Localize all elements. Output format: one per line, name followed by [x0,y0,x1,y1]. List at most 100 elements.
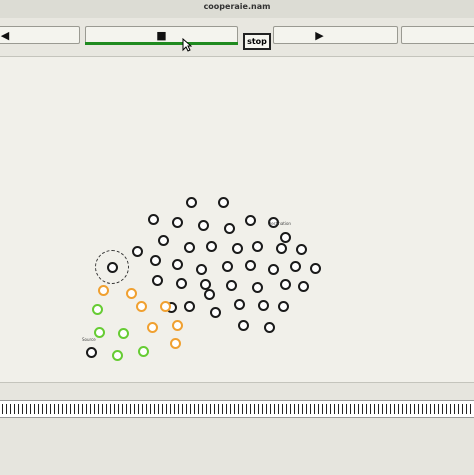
timeline-tick [106,404,107,414]
timeline-tick [42,404,43,414]
timeline-tick [222,404,223,414]
network-node[interactable] [218,197,229,208]
selected-network-node[interactable] [107,262,118,273]
network-node[interactable] [264,322,275,333]
network-node[interactable] [245,215,256,226]
timeline-tick [338,404,339,414]
timeline-tick [358,404,359,414]
timeline-tick [438,404,439,414]
timeline-tick [98,404,99,414]
network-node[interactable] [86,347,97,358]
network-node[interactable] [132,246,143,257]
network-node[interactable] [198,220,209,231]
fast-forward-button[interactable] [401,26,474,44]
network-node[interactable] [138,346,149,357]
rewind-button[interactable]: ◀ [0,26,80,44]
network-node[interactable] [172,259,183,270]
network-node[interactable] [226,280,237,291]
network-node[interactable] [252,241,263,252]
network-node[interactable] [150,255,161,266]
network-node[interactable] [176,278,187,289]
network-node[interactable] [148,214,159,225]
network-node[interactable] [172,217,183,228]
timeline-tick [190,404,191,414]
timeline-slider[interactable] [0,400,474,418]
timeline-tick [410,404,411,414]
network-node[interactable] [126,288,137,299]
timeline-tick [290,404,291,414]
network-node[interactable] [290,261,301,272]
timeline-tick [262,404,263,414]
network-node[interactable] [160,301,171,312]
timeline-tick [446,404,447,414]
timeline-tick [258,404,259,414]
network-node[interactable] [234,299,245,310]
timeline-tick [310,404,311,414]
timeline-tick [166,404,167,414]
timeline-tick [362,404,363,414]
network-node[interactable] [238,320,249,331]
network-node[interactable] [172,320,183,331]
timeline-tick [402,404,403,414]
network-node[interactable] [184,242,195,253]
timeline-tick [254,404,255,414]
network-node[interactable] [280,279,291,290]
timeline-tick [242,404,243,414]
network-node[interactable] [112,350,123,361]
timeline-tick [274,404,275,414]
timeline-tick [246,404,247,414]
timeline-tick [458,404,459,414]
network-node[interactable] [147,322,158,333]
network-node[interactable] [206,241,217,252]
timeline-tick [286,404,287,414]
timeline-tick [350,404,351,414]
network-node[interactable] [222,261,233,272]
network-node[interactable] [278,301,289,312]
network-node[interactable] [196,264,207,275]
timeline-tick [398,404,399,414]
stop-button[interactable]: stop [243,33,271,50]
timeline-tick [302,404,303,414]
network-node[interactable] [152,275,163,286]
timeline-tick [90,404,91,414]
network-node[interactable] [258,300,269,311]
network-node[interactable] [158,235,169,246]
network-node[interactable] [118,328,129,339]
timeline-tick [346,404,347,414]
timeline-tick [182,404,183,414]
network-node[interactable] [136,301,147,312]
network-node[interactable] [98,285,109,296]
network-node[interactable] [298,281,309,292]
timeline-tick [74,404,75,414]
network-node[interactable] [252,282,263,293]
playback-toolbar: ◀ ■ ▶ [0,18,474,57]
network-node[interactable] [170,338,181,349]
network-animation-canvas[interactable]: Source Destination [0,57,474,382]
timeline-tick [226,404,227,414]
network-node[interactable] [268,264,279,275]
network-node[interactable] [245,260,256,271]
network-node[interactable] [204,289,215,300]
timeline-tick [218,404,219,414]
play-forward-button[interactable]: ▶ [273,26,398,44]
timeline-tick [282,404,283,414]
network-node[interactable] [310,263,321,274]
timeline-tick [322,404,323,414]
stop-icon: ■ [156,28,167,42]
network-node[interactable] [210,307,221,318]
timeline-tick [406,404,407,414]
network-node[interactable] [224,223,235,234]
timeline-tick [142,404,143,414]
timeline-tick [10,404,11,414]
network-node[interactable] [296,244,307,255]
network-node[interactable] [276,243,287,254]
network-node[interactable] [280,232,291,243]
network-node[interactable] [92,304,103,315]
network-node[interactable] [232,243,243,254]
timeline-tick [270,404,271,414]
timeline-tick [86,404,87,414]
network-node[interactable] [184,301,195,312]
timeline-tick [54,404,55,414]
mouse-pointer-icon [182,38,192,52]
network-node[interactable] [186,197,197,208]
